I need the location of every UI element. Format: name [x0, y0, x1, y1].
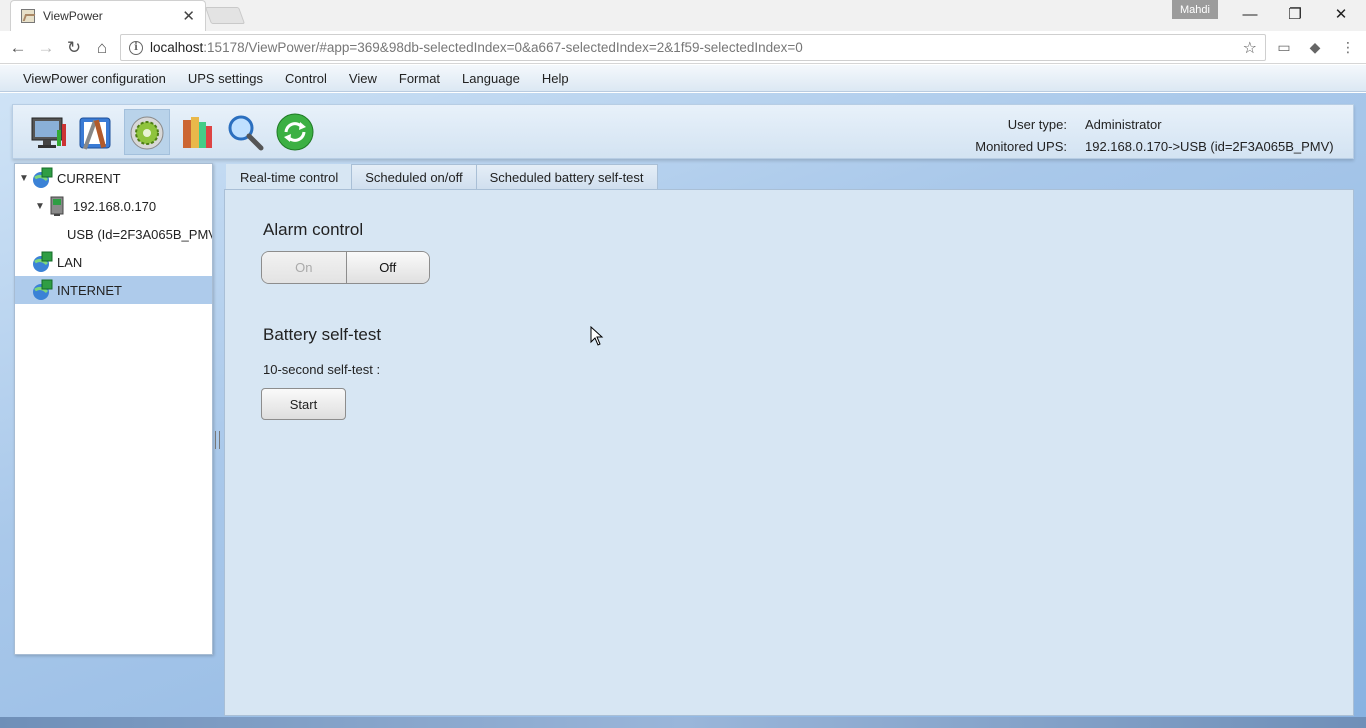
network-globe-icon — [33, 279, 53, 300]
address-bar[interactable]: i localhost:15178/ViewPower/#app=369&98d… — [120, 34, 1266, 61]
viewpower-favicon-icon — [21, 9, 35, 23]
monitor-icon[interactable] — [26, 109, 72, 155]
back-arrow-icon[interactable]: ← — [5, 35, 31, 61]
network-globe-icon — [33, 251, 53, 272]
network-globe-icon — [33, 167, 53, 188]
monitored-ups-value: 192.168.0.170->USB (id=2F3A065B_PMV) — [1085, 138, 1334, 154]
tree-label-internet: INTERNET — [57, 282, 122, 298]
menu-control[interactable]: Control — [274, 71, 338, 86]
app-toolbar: User type: Administrator Monitored UPS: … — [12, 104, 1354, 159]
start-self-test-button[interactable]: Start — [261, 388, 346, 420]
tree-node-internet[interactable]: INTERNET — [15, 276, 212, 304]
menu-language[interactable]: Language — [451, 71, 531, 86]
tree-label-lan: LAN — [57, 254, 83, 270]
forward-arrow-icon[interactable]: → — [33, 35, 59, 61]
battery-self-test-title: Battery self-test — [263, 325, 382, 344]
mouse-pointer-icon — [590, 326, 604, 346]
search-icon[interactable] — [222, 109, 268, 155]
menu-view[interactable]: View — [338, 71, 388, 86]
browser-titlebar: ViewPower ✕ Mahdi — ❐ ✕ — [0, 0, 1366, 31]
real-time-control-panel: Alarm control On Off Battery self-test 1… — [224, 189, 1354, 716]
self-test-label: 10-second self-test : — [263, 362, 381, 377]
monitored-ups-label: Monitored UPS: — [975, 138, 1067, 154]
tab-scheduled-battery-self-test[interactable]: Scheduled battery self-test — [475, 164, 658, 190]
new-tab-button[interactable] — [204, 7, 246, 24]
log-books-icon[interactable] — [174, 109, 220, 155]
app-bottom-strip — [0, 717, 1366, 728]
host-computer-icon — [50, 196, 64, 216]
reload-icon[interactable]: ↻ — [61, 35, 87, 61]
profile-badge[interactable]: Mahdi — [1172, 0, 1218, 19]
menu-viewpower-configuration[interactable]: ViewPower configuration — [12, 71, 177, 86]
alarm-off-button[interactable]: Off — [345, 252, 429, 283]
app-menubar: ViewPower configuration UPS settings Con… — [0, 65, 1366, 92]
panel-splitter-handle[interactable] — [215, 431, 220, 449]
tree-node-lan[interactable]: LAN — [15, 248, 212, 276]
user-type-label: User type: — [1007, 116, 1067, 132]
expand-arrow-icon[interactable]: ▼ — [33, 201, 47, 212]
browser-menu-icon[interactable]: ⋮ — [1339, 39, 1357, 55]
browser-toolbar: ← → ↻ ⌂ i localhost:15178/ViewPower/#app… — [0, 31, 1366, 64]
restore-window-icon[interactable]: ❐ — [1272, 0, 1318, 28]
alarm-on-button[interactable]: On — [262, 252, 346, 283]
alarm-toggle: On Off — [261, 251, 430, 284]
url-path: :15178/ViewPower/#app=369&98db-selectedI… — [203, 40, 803, 55]
tab-scheduled-on-off[interactable]: Scheduled on/off — [351, 164, 477, 190]
url-host: localhost — [150, 40, 204, 55]
close-window-icon[interactable]: ✕ — [1318, 0, 1364, 28]
menu-help[interactable]: Help — [531, 71, 580, 86]
control-tabs: Real-time control Scheduled on/off Sched… — [226, 164, 658, 190]
extension-icon[interactable]: ◆ — [1306, 39, 1324, 55]
home-icon[interactable]: ⌂ — [89, 35, 115, 61]
expand-arrow-icon[interactable]: ▼ — [17, 173, 31, 184]
cast-icon[interactable]: ▭ — [1275, 39, 1293, 55]
bookmark-star-icon[interactable]: ☆ — [1243, 38, 1257, 58]
settings-tools-icon[interactable] — [74, 109, 120, 155]
tree-label-usb: USB (Id=2F3A065B_PMV) — [67, 226, 213, 242]
close-tab-icon[interactable]: ✕ — [182, 7, 195, 25]
tree-label-host: 192.168.0.170 — [73, 198, 157, 214]
browser-tab-title: ViewPower — [43, 9, 103, 23]
device-tree: ▼ CURRENT ▼ 192.168.0.170 USB (Id=2F3A06… — [14, 163, 213, 655]
tree-node-current[interactable]: ▼ CURRENT — [15, 164, 212, 192]
user-type-value: Administrator — [1085, 116, 1162, 132]
alarm-control-title: Alarm control — [263, 220, 364, 239]
tree-node-host[interactable]: ▼ 192.168.0.170 — [15, 192, 212, 220]
menu-ups-settings[interactable]: UPS settings — [177, 71, 274, 86]
tab-real-time-control[interactable]: Real-time control — [226, 164, 353, 190]
browser-tab[interactable]: ViewPower ✕ — [10, 0, 206, 31]
minimize-window-icon[interactable]: — — [1227, 0, 1273, 28]
tree-node-usb[interactable]: USB (Id=2F3A065B_PMV) — [15, 220, 212, 248]
site-info-icon[interactable]: i — [129, 40, 143, 55]
refresh-icon[interactable] — [272, 109, 318, 155]
menu-format[interactable]: Format — [388, 71, 451, 86]
user-info: User type: Administrator Monitored UPS: … — [975, 113, 1334, 157]
tree-label-current: CURRENT — [57, 170, 121, 186]
control-gear-icon[interactable] — [124, 109, 170, 155]
